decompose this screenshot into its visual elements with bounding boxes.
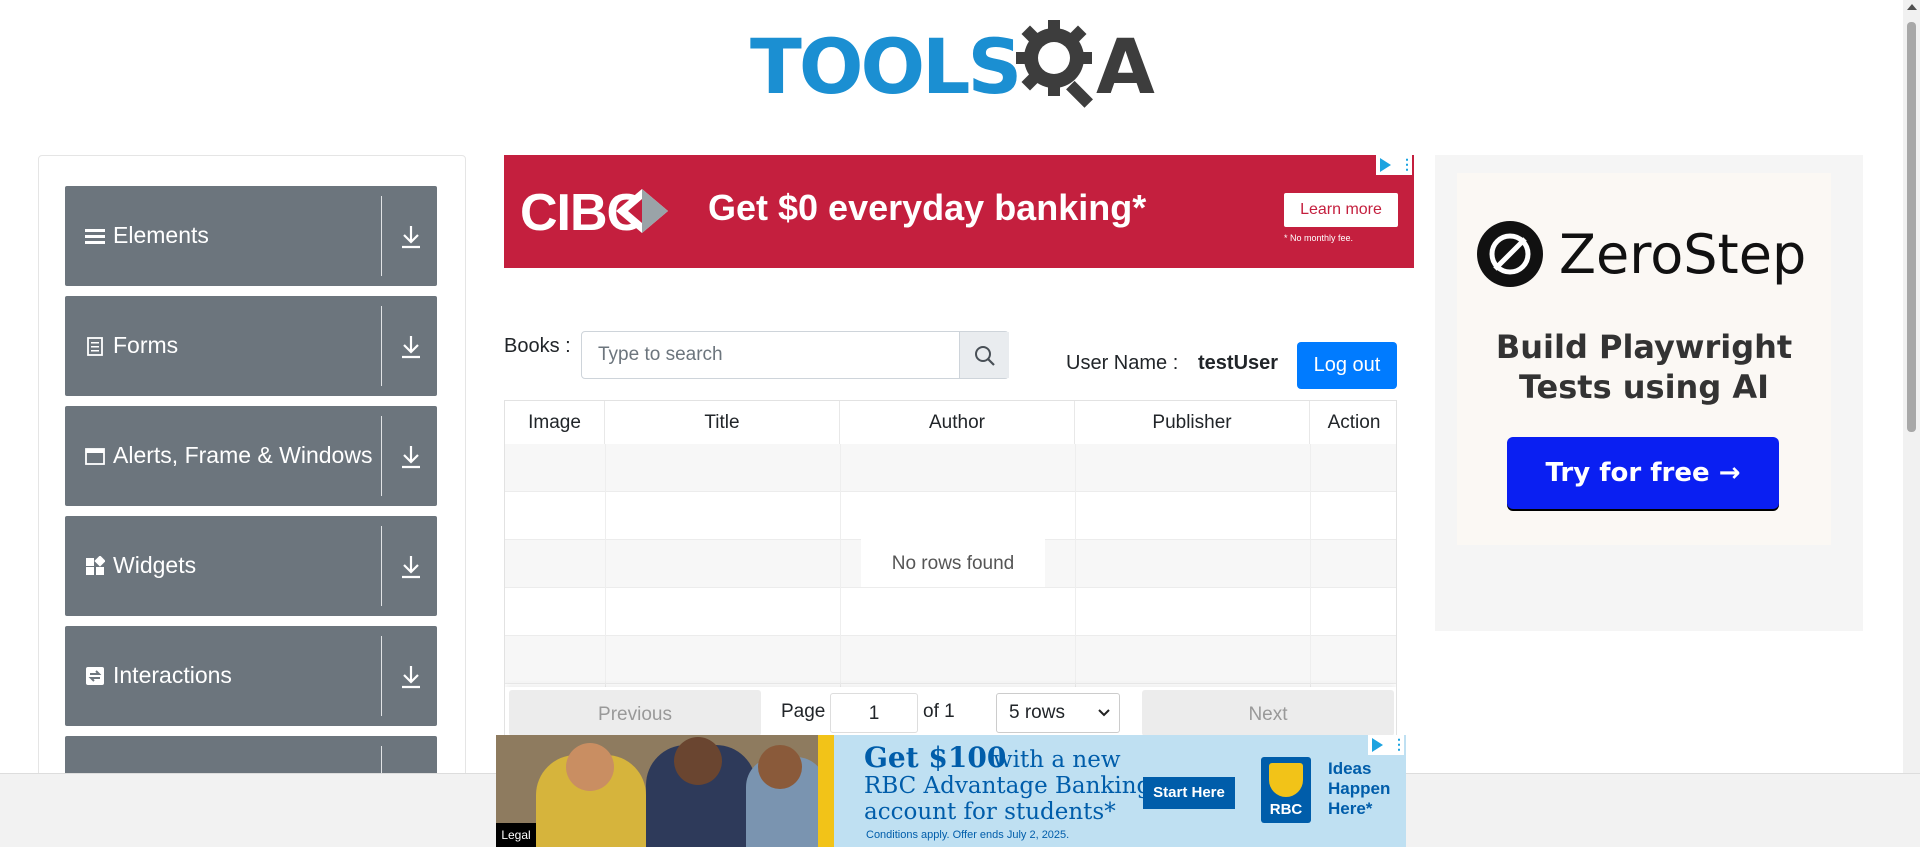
no-rows-message: No rows found xyxy=(861,537,1045,587)
table-row xyxy=(505,588,1396,636)
hamburger-icon xyxy=(85,229,105,244)
scroll-thumb[interactable] xyxy=(1907,22,1916,432)
books-label: Books : xyxy=(504,335,571,357)
toolsqa-logo[interactable]: TOOLS A xyxy=(750,18,1160,113)
rbc-slogan: Ideas Happen Here* xyxy=(1328,759,1398,819)
download-icon xyxy=(402,446,420,469)
table-row xyxy=(505,636,1396,684)
sidebar-group-label: Interactions xyxy=(113,662,232,688)
download-icon xyxy=(402,556,420,579)
widgets-icon xyxy=(86,556,105,575)
ad-fine-print: * No monthly fee. xyxy=(1284,233,1354,243)
ad-fine-print: Conditions apply. Offer ends July 2, 202… xyxy=(866,829,1070,841)
divider xyxy=(381,306,382,386)
ad-headline: Get $0 everyday banking* xyxy=(708,187,1147,228)
ad-headline-bold: Get $100 xyxy=(864,741,1007,774)
rbc-slogan-line: Here* xyxy=(1328,799,1373,818)
user-name-value: testUser xyxy=(1198,352,1279,374)
zerostep-logo-icon xyxy=(1477,221,1543,287)
column-divider xyxy=(605,444,606,694)
column-header-image[interactable]: Image xyxy=(505,401,605,444)
document-icon xyxy=(87,337,103,356)
sidebar-group-label: Forms xyxy=(113,332,179,358)
rows-per-page-select[interactable]: 5 rows xyxy=(996,693,1120,733)
sidebar-group-label: Widgets xyxy=(113,552,197,578)
cibc-chevron-icon xyxy=(616,189,668,233)
banner-ad-zerostep[interactable]: ZeroStep Build Playwright Tests using AI… xyxy=(1435,155,1863,631)
previous-button[interactable]: Previous xyxy=(509,690,761,735)
user-name-label: User Name : xyxy=(1066,352,1179,374)
column-header-action[interactable]: Action xyxy=(1310,401,1396,444)
rbc-logo-text: RBC xyxy=(1269,801,1303,818)
column-divider xyxy=(1310,444,1311,694)
try-for-free-button[interactable]: Try for free → xyxy=(1507,437,1779,509)
page-scrollbar[interactable] xyxy=(1903,0,1920,773)
legal-link[interactable]: Legal xyxy=(496,823,536,847)
ad-tagline: Build Playwright Tests using AI xyxy=(1457,327,1831,407)
rbc-shield-icon xyxy=(1269,763,1303,797)
page-number-input[interactable]: 1 xyxy=(830,693,918,733)
window-icon xyxy=(85,448,105,465)
chevron-down-icon xyxy=(1098,709,1110,717)
rbc-slogan-line: Happen xyxy=(1328,779,1391,798)
column-divider xyxy=(1075,444,1076,694)
download-icon xyxy=(402,666,420,689)
gear-magnifier-icon xyxy=(1016,20,1093,108)
books-table: Image Title Author Publisher Action No r… xyxy=(504,400,1397,736)
sidebar-group-label: Elements xyxy=(113,222,209,248)
sidebar-group-alerts[interactable]: Alerts, Frame & Windows xyxy=(65,406,437,506)
divider xyxy=(381,196,382,276)
next-button[interactable]: Next xyxy=(1142,690,1394,735)
ad-headline-rest: with a new xyxy=(993,747,1121,773)
ad-photo xyxy=(496,735,826,847)
scroll-up-arrow-icon[interactable] xyxy=(1907,4,1917,10)
ad-line-3: account for students* xyxy=(864,799,1116,825)
rbc-logo: RBC xyxy=(1261,757,1311,823)
page-total-label: of 1 xyxy=(923,701,955,722)
download-icon xyxy=(402,336,420,359)
ad-line-2: RBC Advantage Banking xyxy=(864,773,1152,799)
search-box xyxy=(581,331,1009,379)
search-button[interactable] xyxy=(959,332,1009,378)
sidebar-group-elements[interactable]: Elements xyxy=(65,186,437,286)
sidebar-group-interactions[interactable]: Interactions xyxy=(65,626,437,726)
banner-ad-cibc[interactable]: CIBC Get $0 everyday banking* Learn more… xyxy=(504,155,1414,268)
table-header: Image Title Author Publisher Action xyxy=(505,401,1396,444)
rows-per-page-value: 5 rows xyxy=(1009,702,1065,723)
search-input[interactable] xyxy=(582,332,959,378)
page-label: Page xyxy=(781,701,826,722)
learn-more-button[interactable]: Learn more xyxy=(1284,193,1398,227)
pagination: Previous Page 1 of 1 5 rows Next xyxy=(505,687,1396,735)
start-here-button[interactable]: Start Here xyxy=(1143,777,1235,809)
sidebar: Elements Forms Alerts, Frame & Windows W… xyxy=(38,155,466,795)
logo-a-text: A xyxy=(1096,22,1155,111)
table-row xyxy=(505,444,1396,492)
column-header-title[interactable]: Title xyxy=(605,401,840,444)
adchoices-icon[interactable]: ⋮ xyxy=(1368,735,1406,755)
table-row xyxy=(505,492,1396,540)
download-icon xyxy=(402,226,420,249)
column-header-publisher[interactable]: Publisher xyxy=(1075,401,1310,444)
ad-tagline-line1: Build Playwright xyxy=(1495,328,1793,366)
banner-ad-rbc[interactable]: Legal Get $100 with a new RBC Advantage … xyxy=(496,735,1406,847)
interactions-icon xyxy=(86,667,104,685)
sidebar-group-forms[interactable]: Forms xyxy=(65,296,437,396)
logout-button[interactable]: Log out xyxy=(1297,342,1397,389)
divider xyxy=(381,526,382,606)
divider xyxy=(381,416,382,496)
adchoices-icon[interactable]: ⋮ xyxy=(1376,155,1414,175)
sidebar-group-label: Alerts, Frame & Windows xyxy=(113,442,373,468)
rbc-slogan-line: Ideas xyxy=(1328,759,1372,778)
divider xyxy=(381,636,382,716)
ad-tagline-line2: Tests using AI xyxy=(1518,368,1770,406)
search-icon xyxy=(975,346,995,366)
column-header-author[interactable]: Author xyxy=(840,401,1075,444)
ad-stripe xyxy=(818,735,834,847)
sidebar-group-widgets[interactable]: Widgets xyxy=(65,516,437,616)
ad-card: ZeroStep Build Playwright Tests using AI… xyxy=(1457,173,1831,545)
column-divider xyxy=(840,444,841,694)
ad-brand-name: ZeroStep xyxy=(1559,223,1807,286)
logo-tools-text: TOOLS xyxy=(750,22,1022,111)
